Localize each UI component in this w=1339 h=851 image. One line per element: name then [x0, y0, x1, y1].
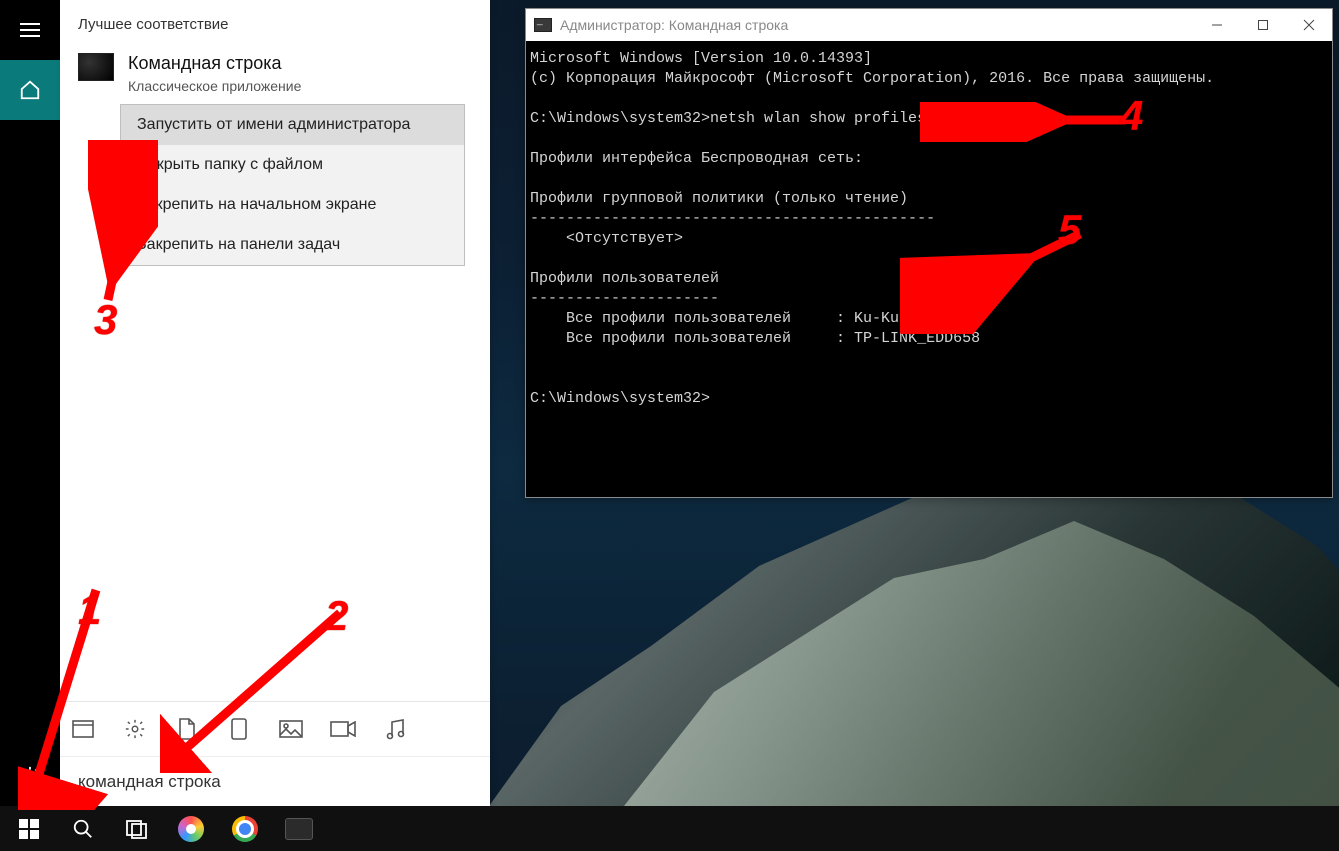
best-match-title: Командная строка	[128, 53, 301, 74]
best-match-header: Лучшее соответствие	[60, 0, 490, 43]
minimize-button[interactable]	[1194, 9, 1240, 41]
chrome-taskbar-icon[interactable]	[218, 806, 272, 851]
home-button[interactable]	[0, 60, 60, 120]
cmd-output[interactable]: Microsoft Windows [Version 10.0.14393] (…	[526, 41, 1332, 497]
start-button[interactable]	[2, 806, 56, 851]
cmd-titlebar-icon	[534, 18, 552, 32]
taskbar	[0, 806, 1339, 851]
search-filter-bar	[60, 701, 490, 756]
filter-documents-icon[interactable]	[174, 716, 200, 742]
start-search-panel: Лучшее соответствие Командная строка Кла…	[60, 0, 490, 806]
context-open-file-location[interactable]: Открыть папку с файлом	[121, 145, 464, 185]
paint-taskbar-icon[interactable]	[164, 806, 218, 851]
filter-folders-icon[interactable]	[226, 716, 252, 742]
best-match-result[interactable]: Командная строка Классическое приложение	[60, 43, 490, 104]
cmd-app-icon	[78, 53, 114, 81]
context-pin-start[interactable]: Закрепить на начальном экране	[121, 185, 464, 225]
task-view-button[interactable]	[110, 806, 164, 851]
context-pin-taskbar[interactable]: Закрепить на панели задач	[121, 225, 464, 265]
start-left-rail	[0, 0, 60, 806]
context-run-as-admin[interactable]: Запустить от имени администратора	[121, 105, 464, 145]
settings-gear-button[interactable]	[0, 746, 60, 806]
maximize-button[interactable]	[1240, 9, 1286, 41]
filter-music-icon[interactable]	[382, 716, 408, 742]
cmd-window: Администратор: Командная строка Microsof…	[525, 8, 1333, 498]
filter-videos-icon[interactable]	[330, 716, 356, 742]
search-taskbar-button[interactable]	[56, 806, 110, 851]
filter-apps-icon[interactable]	[70, 716, 96, 742]
cmd-taskbar-icon[interactable]	[272, 806, 326, 851]
search-input[interactable]: командная строка	[60, 756, 490, 806]
search-text-value: командная строка	[78, 772, 221, 792]
close-button[interactable]	[1286, 9, 1332, 41]
filter-photos-icon[interactable]	[278, 716, 304, 742]
filter-settings-icon[interactable]	[122, 716, 148, 742]
best-match-subtitle: Классическое приложение	[128, 78, 301, 94]
context-menu: Запустить от имени администратора Открыт…	[120, 104, 465, 266]
cmd-titlebar[interactable]: Администратор: Командная строка	[526, 9, 1332, 41]
cmd-title-text: Администратор: Командная строка	[560, 17, 788, 33]
hamburger-menu-button[interactable]	[0, 0, 60, 60]
